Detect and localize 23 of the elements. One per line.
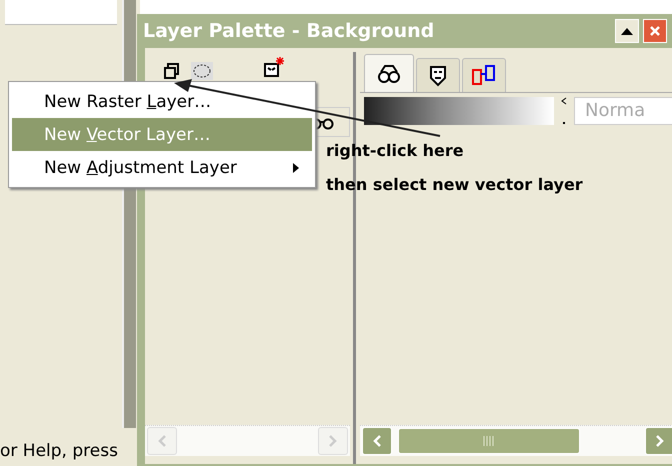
annotation-text: then select new vector layer [326,175,583,194]
chevron-left-icon [157,435,167,447]
close-button[interactable] [643,19,667,43]
palette-tab[interactable] [364,54,414,92]
chevron-left-icon [372,435,382,447]
rollup-button[interactable] [615,19,639,43]
menu-item[interactable]: New Raster Layer… [12,85,312,118]
new-layer-icon[interactable] [163,62,181,80]
window-title: Layer Palette - Background [143,20,436,42]
status-text: or Help, press [0,441,118,461]
annotation-text: right-click here [326,141,465,160]
menu-item[interactable]: New Adjustment Layer [12,151,312,184]
triangle-up-icon [620,26,634,36]
chevron-right-icon [328,435,338,447]
palette-tab[interactable] [462,58,506,92]
resize-grip-icon [560,96,568,126]
chevron-right-icon [655,435,665,447]
palette-tab[interactable] [416,58,460,92]
scroll-thumb[interactable] [398,428,580,454]
chain-icon [471,64,497,88]
horizontal-scrollbar[interactable] [360,425,672,456]
close-icon [649,25,661,37]
glasses-icon [377,62,401,84]
